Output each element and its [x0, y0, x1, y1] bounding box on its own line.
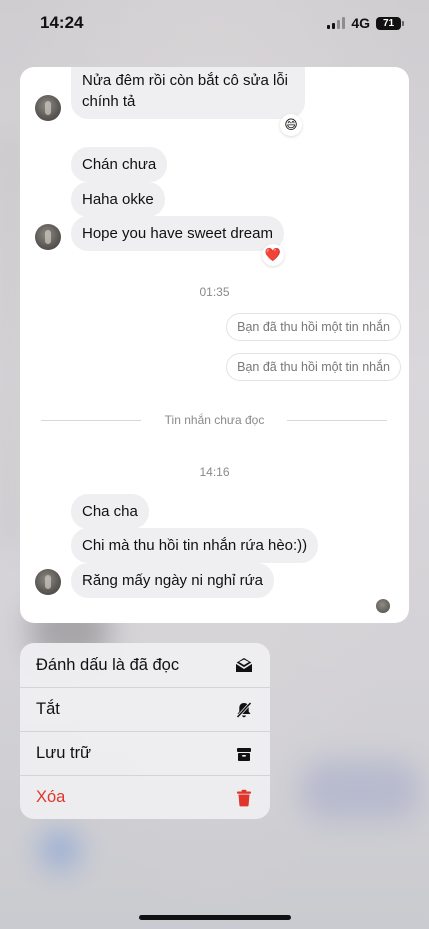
message-bubble: Chi mà thu hồi tin nhắn rứa hèo:)) [71, 528, 319, 563]
background-blur [300, 760, 420, 820]
menu-item-label: Tắt [36, 700, 60, 718]
menu-item-label: Đánh dấu là đã đọc [36, 655, 180, 674]
menu-item-mute[interactable]: Tắt [20, 687, 270, 731]
menu-item-archive[interactable]: Lưu trữ [20, 731, 270, 775]
timestamp: 01:35 [199, 285, 230, 299]
message-bubble: Cha cha [71, 494, 149, 529]
reaction-emoji: ❤️ [262, 244, 284, 266]
status-time: 14:24 [40, 13, 84, 32]
background-blur [40, 830, 80, 870]
chat-preview: Nửa đêm rồi còn bắt cô sửa lỗi chính tả … [20, 67, 409, 623]
message-text: Cha cha [82, 503, 138, 520]
mark-read-icon [234, 655, 254, 675]
status-indicators: 4G 71 [327, 15, 404, 31]
context-menu: Đánh dấu là đã đọc Tắt Lưu trữ Xóa [20, 643, 270, 819]
message-text: Hope you have sweet dream [82, 225, 273, 242]
home-indicator[interactable] [139, 915, 291, 920]
recalled-text: Bạn đã thu hồi một tin nhắn [237, 320, 390, 334]
menu-item-delete[interactable]: Xóa [20, 775, 270, 819]
avatar [35, 224, 61, 250]
message-bubble: Chán chưa [71, 147, 168, 182]
recalled-message: Bạn đã thu hồi một tin nhắn [226, 353, 401, 381]
archive-icon [234, 744, 254, 764]
timestamp: 14:16 [199, 465, 230, 479]
menu-item-label: Xóa [36, 788, 66, 806]
avatar [35, 569, 61, 595]
menu-item-label: Lưu trữ [36, 744, 92, 762]
menu-item-mark-read[interactable]: Đánh dấu là đã đọc [20, 643, 270, 687]
message-text: Răng mấy ngày ni nghỉ rứa [82, 572, 263, 589]
message-text: Chán chưa [82, 156, 157, 173]
message-bubble: Nửa đêm rồi còn bắt cô sửa lỗi chính tả [71, 67, 305, 119]
seen-indicator-avatar [376, 599, 390, 613]
bell-slash-icon [234, 700, 254, 720]
battery-icon: 71 [376, 16, 404, 30]
signal-icon [327, 17, 346, 29]
message-bubble: Răng mấy ngày ni nghỉ rứa [71, 563, 274, 598]
message-bubble: Haha okke [71, 182, 165, 217]
divider [287, 420, 387, 421]
status-bar: 14:24 4G 71 [0, 0, 429, 46]
battery-level: 71 [382, 17, 395, 29]
reaction-emoji: 😄 [280, 114, 302, 136]
background-blur [0, 130, 20, 550]
message-text: Chi mà thu hồi tin nhắn rứa hèo:)) [82, 537, 308, 554]
message-text: Nửa đêm rồi còn bắt cô sửa lỗi chính tả [82, 72, 289, 110]
message-bubble: Hope you have sweet dream [71, 216, 284, 251]
recalled-text: Bạn đã thu hồi một tin nhắn [237, 360, 390, 374]
avatar [35, 95, 61, 121]
message-text: Haha okke [82, 191, 154, 208]
trash-icon [234, 788, 254, 808]
recalled-message: Bạn đã thu hồi một tin nhắn [226, 313, 401, 341]
network-type: 4G [351, 15, 370, 31]
